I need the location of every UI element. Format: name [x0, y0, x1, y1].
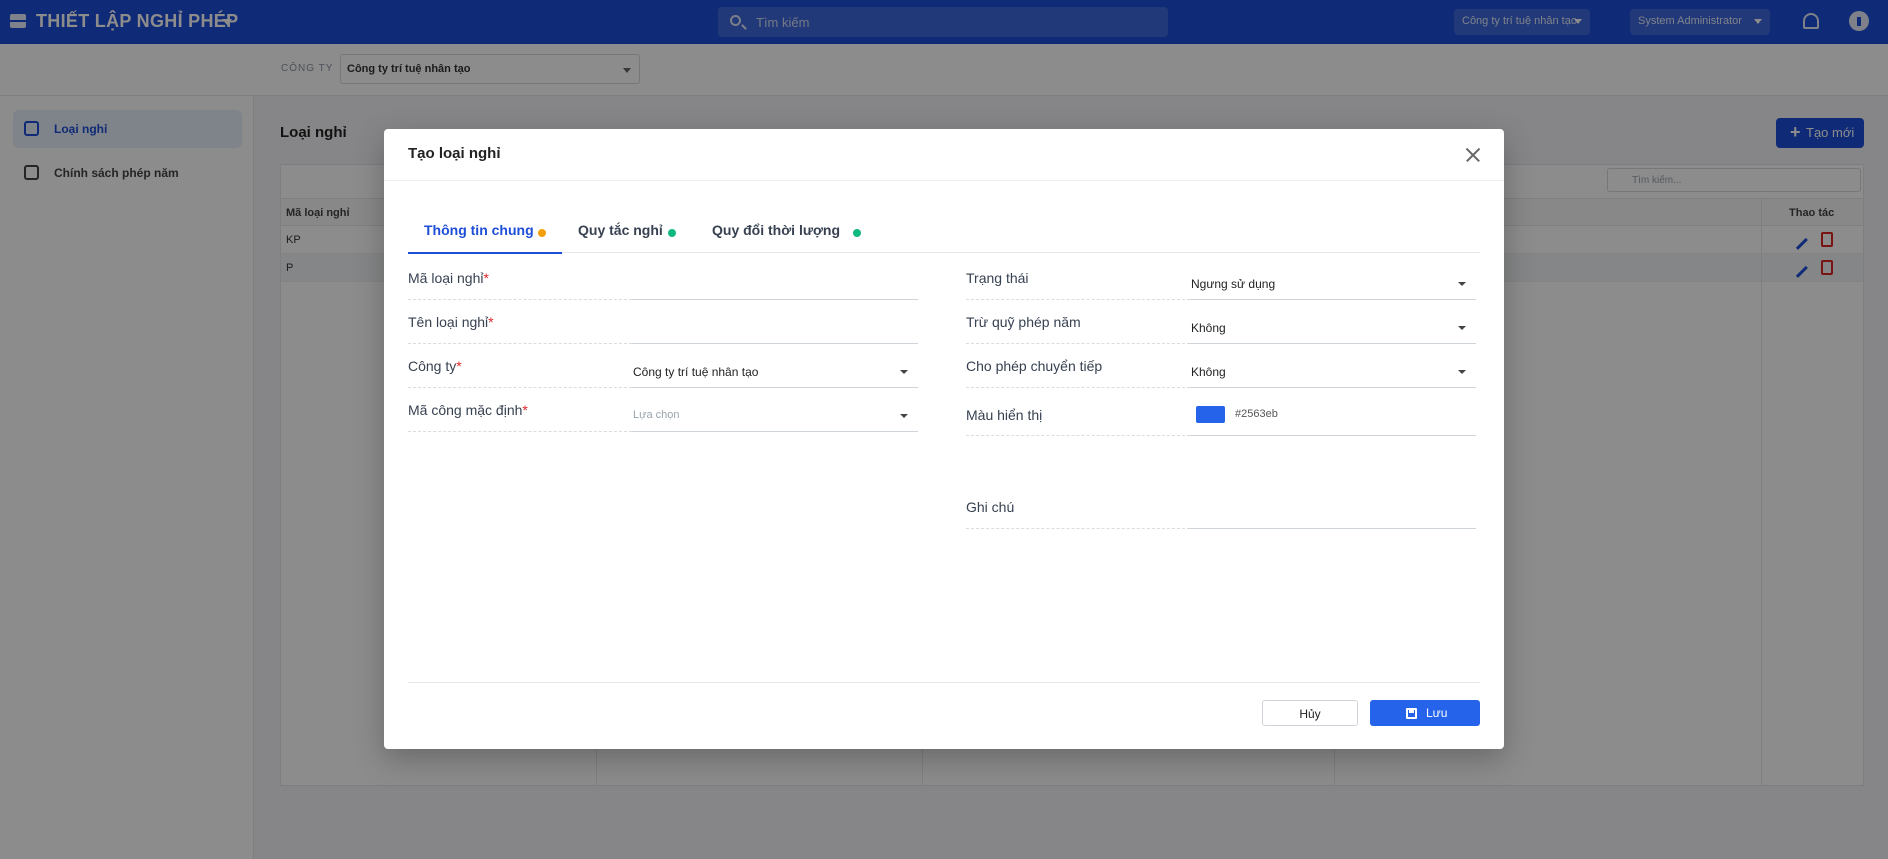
color-hex-value: #2563eb: [1235, 408, 1278, 420]
default-code-placeholder: Lựa chọn: [633, 409, 680, 421]
field-label-text: Ghi chú: [966, 499, 1015, 515]
tab-label: Quy đổi thời lượng: [712, 222, 841, 238]
field-label-text: Trừ quỹ phép năm: [966, 314, 1081, 330]
close-icon[interactable]: [1462, 144, 1484, 166]
status-dot-icon: [853, 229, 861, 237]
field-label: Mã loại nghỉ*: [408, 262, 632, 300]
field-display-color: Màu hiển thị #2563eb: [966, 394, 1476, 436]
default-code-select[interactable]: Lựa chọn: [632, 394, 918, 432]
allow-carry-over-select[interactable]: Không: [1190, 350, 1476, 388]
status-select-value: Ngưng sử dụng: [1191, 277, 1276, 291]
save-icon: [1406, 708, 1417, 719]
field-label: Cho phép chuyển tiếp: [966, 350, 1190, 388]
display-color-picker[interactable]: #2563eb: [1190, 394, 1476, 436]
field-leave-name: Tên loại nghỉ*: [408, 306, 918, 344]
field-label: Ghi chú: [966, 487, 1190, 529]
field-deduct-annual-leave: Trừ quỹ phép năm Không: [966, 306, 1476, 344]
field-label: Màu hiển thị: [966, 394, 1190, 436]
field-default-code: Mã công mặc định* Lựa chọn: [408, 394, 918, 432]
required-mark: *: [483, 270, 489, 286]
field-allow-carry-over: Cho phép chuyển tiếp Không: [966, 350, 1476, 388]
field-label-text: Công ty: [408, 358, 457, 374]
field-label: Tên loại nghỉ*: [408, 306, 632, 344]
deduct-annual-leave-select[interactable]: Không: [1190, 306, 1476, 344]
field-label-text: Mã công mặc định: [408, 402, 523, 418]
footer-divider: [408, 682, 1480, 683]
save-button-label: Lưu: [1426, 706, 1448, 720]
tab-label: Thông tin chung: [424, 222, 534, 238]
field-note: Ghi chú: [966, 487, 1476, 529]
required-mark: *: [522, 402, 528, 418]
field-label: Trừ quỹ phép năm: [966, 306, 1190, 344]
status-dot-icon: [668, 229, 676, 237]
dialog-tabs: Thông tin chung Quy tắc nghỉ Quy đổi thờ…: [408, 209, 1480, 254]
create-leave-type-dialog: Tạo loại nghỉ Thông tin chung Quy tắc ng…: [384, 129, 1504, 749]
required-mark: *: [456, 358, 462, 374]
caret-down-icon: [900, 370, 908, 374]
cancel-button[interactable]: Hủy: [1262, 700, 1358, 726]
tab-general-info[interactable]: Thông tin chung: [408, 209, 562, 254]
field-label-text: Mã loại nghỉ: [408, 270, 484, 286]
caret-down-icon: [900, 414, 908, 418]
company-select[interactable]: Công ty trí tuệ nhân tạo: [632, 350, 918, 388]
carry-select-value: Không: [1191, 365, 1226, 379]
field-leave-code: Mã loại nghỉ*: [408, 262, 918, 300]
field-label-text: Cho phép chuyển tiếp: [966, 358, 1103, 374]
field-label: Công ty*: [408, 350, 632, 388]
field-label: Mã công mặc định*: [408, 394, 632, 432]
color-swatch[interactable]: [1196, 406, 1225, 423]
save-button[interactable]: Lưu: [1370, 700, 1480, 726]
tab-leave-rules[interactable]: Quy tắc nghỉ: [562, 209, 696, 253]
dialog-title: Tạo loại nghỉ: [408, 145, 501, 162]
field-label-text: Màu hiển thị: [966, 407, 1043, 423]
field-label: Trạng thái: [966, 262, 1190, 300]
caret-down-icon: [1458, 370, 1466, 374]
field-label-text: Tên loại nghỉ: [408, 314, 489, 330]
dialog-header: Tạo loại nghỉ: [384, 129, 1504, 181]
field-label-text: Trạng thái: [966, 270, 1029, 286]
caret-down-icon: [1458, 326, 1466, 330]
tab-label: Quy tắc nghỉ: [578, 222, 663, 238]
field-status: Trạng thái Ngưng sử dụng: [966, 262, 1476, 300]
required-mark: *: [488, 314, 494, 330]
status-select[interactable]: Ngưng sử dụng: [1190, 262, 1476, 300]
leave-code-input[interactable]: [632, 262, 918, 300]
company-select-value: Công ty trí tuệ nhân tạo: [633, 365, 759, 379]
note-textarea[interactable]: [1190, 487, 1476, 529]
tab-duration-conversion[interactable]: Quy đổi thời lượng: [696, 209, 870, 253]
field-company: Công ty* Công ty trí tuệ nhân tạo: [408, 350, 918, 388]
leave-name-input[interactable]: [632, 306, 918, 344]
status-dot-icon: [538, 229, 546, 237]
caret-down-icon: [1458, 282, 1466, 286]
deduct-select-value: Không: [1191, 321, 1226, 335]
